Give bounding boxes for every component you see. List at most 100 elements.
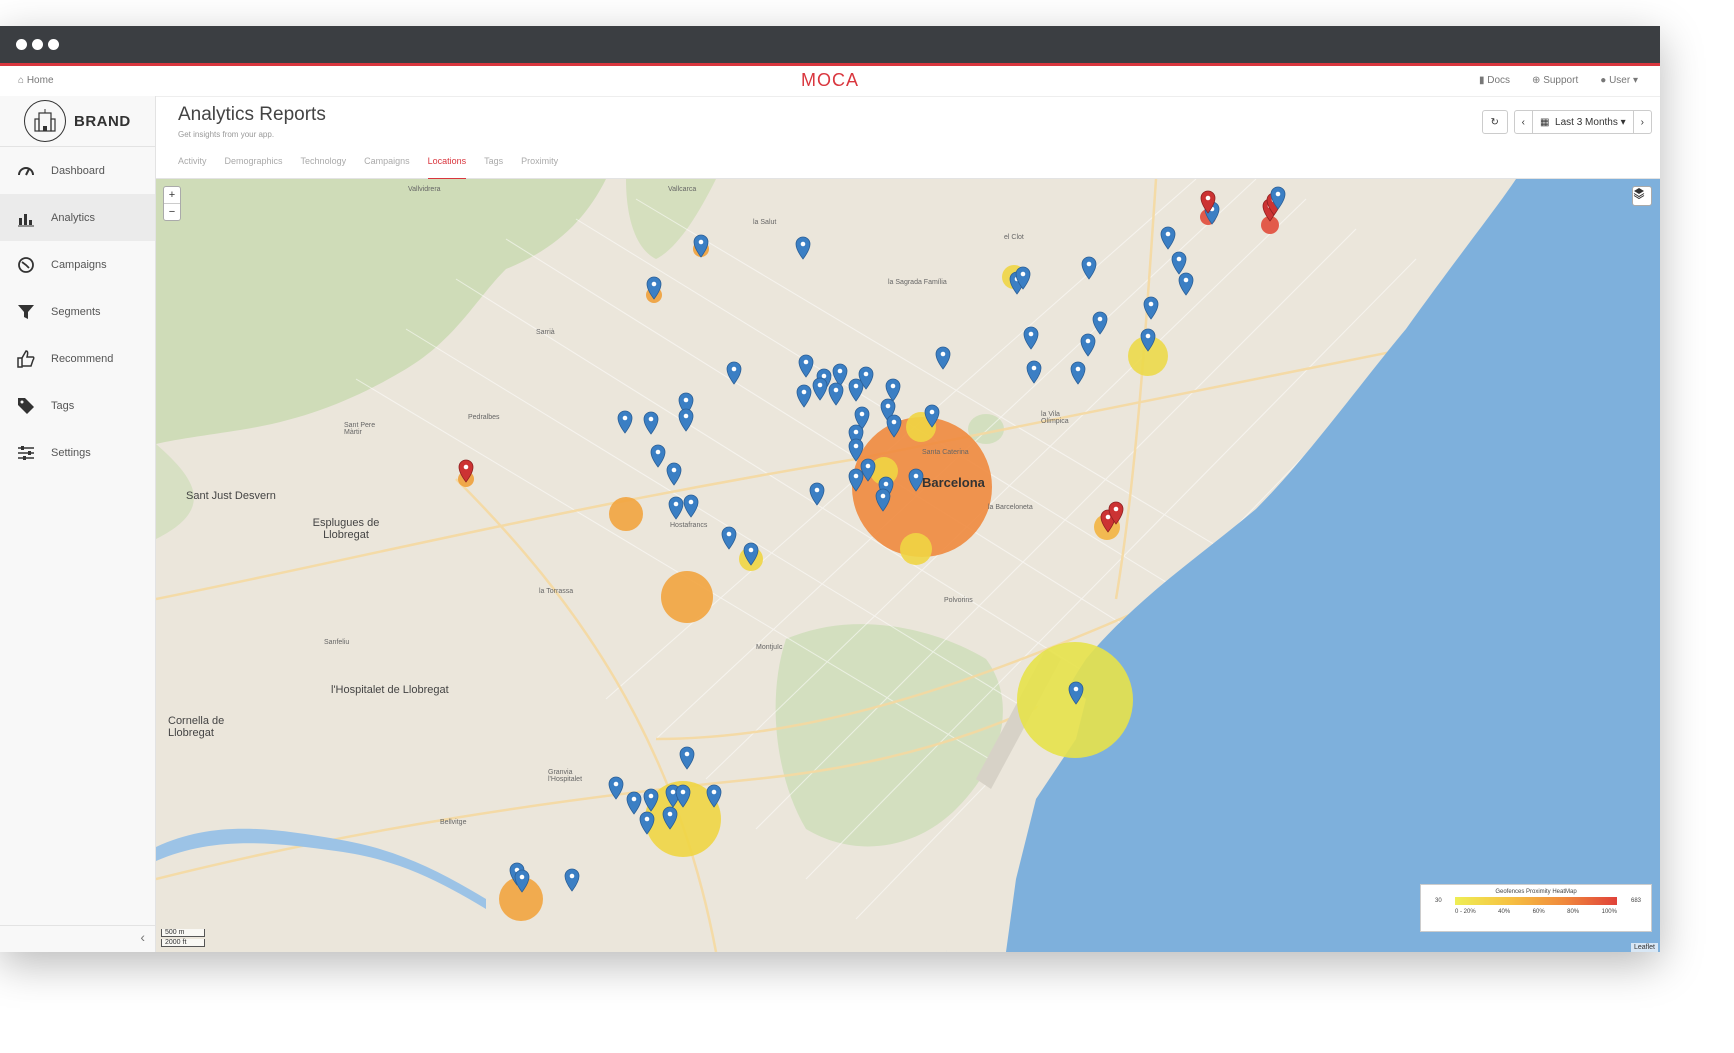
window-dot-icon[interactable]: [32, 39, 43, 50]
sidebar-item-label: Dashboard: [51, 164, 105, 177]
chevron-left-icon: ‹: [140, 929, 145, 945]
brand-name: BRAND: [74, 112, 131, 130]
tab-campaigns[interactable]: Campaigns: [364, 146, 410, 178]
sidebar-item-dashboard[interactable]: Dashboard: [0, 147, 155, 194]
date-range-dropdown[interactable]: ▦ Last 3 Months ▾: [1533, 111, 1634, 133]
thumbs-up-icon: [17, 349, 35, 368]
main-content: Analytics Reports Get insights from your…: [156, 96, 1660, 952]
zoom-in-button[interactable]: +: [164, 187, 180, 204]
heat-circle[interactable]: [609, 497, 643, 531]
map-label: Vallvidrera: [408, 186, 441, 193]
campaign-icon: [18, 256, 34, 273]
map-label: l'Hospitalet de Llobregat: [331, 684, 449, 696]
legend-tick: 100%: [1601, 909, 1617, 915]
sidebar-item-label: Analytics: [51, 211, 96, 224]
map-label: Barcelona: [922, 475, 985, 490]
sidebar-item-segments[interactable]: Segments: [0, 288, 155, 335]
refresh-button[interactable]: ↻: [1481, 110, 1508, 134]
map-canvas[interactable]: [156, 179, 1660, 952]
sidebar-item-recommend[interactable]: Recommend: [0, 335, 155, 382]
map-scale: 500 m 2000 ft: [161, 927, 205, 947]
window-titlebar: [0, 26, 1660, 66]
sidebar-item-analytics[interactable]: Analytics: [0, 194, 155, 241]
refresh-icon: ↻: [1490, 116, 1499, 128]
building-icon: [24, 100, 66, 142]
book-icon: ▮: [1478, 75, 1485, 86]
sidebar-collapse-button[interactable]: ‹: [0, 925, 155, 952]
report-tabs: Activity Demographics Technology Campaig…: [156, 146, 1660, 180]
map-label: Hostafrancs: [670, 522, 708, 529]
layers-button[interactable]: [1632, 186, 1652, 206]
caret-down-icon: ▾: [1620, 116, 1626, 128]
top-navbar: ⌂ Home MOCA ▮ Docs ⊕ Support ● User ▾: [0, 66, 1660, 97]
map-label: Sarrià: [536, 329, 555, 336]
zoom-out-button[interactable]: −: [164, 204, 180, 220]
map-label: Pedralbes: [468, 414, 500, 421]
lifebuoy-icon: ⊕: [1532, 75, 1541, 86]
map-label: Polvorins: [944, 597, 973, 604]
map-label: la Vila Olímpica: [1041, 411, 1069, 425]
legend-tick: 40%: [1498, 909, 1511, 915]
page-subtitle: Get insights from your app.: [178, 130, 275, 139]
sidebar: BRAND Dashboard Analytics Campaigns Segm…: [0, 96, 156, 952]
sidebar-item-settings[interactable]: Settings: [0, 429, 155, 476]
map-label: Esplugues de Llobregat: [312, 517, 380, 541]
legend-tick: 0 - 20%: [1455, 909, 1476, 915]
chevron-right-icon: ›: [1640, 116, 1644, 128]
docs-link[interactable]: ▮ Docs: [1479, 75, 1510, 86]
map-attribution[interactable]: Leaflet: [1630, 943, 1658, 952]
caret-down-icon: ▾: [1632, 75, 1638, 86]
browser-window: ⌂ Home MOCA ▮ Docs ⊕ Support ● User ▾ BR…: [0, 26, 1660, 952]
tab-activity[interactable]: Activity: [178, 146, 207, 178]
tab-locations[interactable]: Locations: [427, 146, 467, 180]
support-label: Support: [1543, 75, 1579, 86]
chevron-left-icon: ‹: [1521, 116, 1526, 128]
gauge-icon: [18, 166, 34, 175]
map-label: Santa Caterina: [922, 449, 969, 456]
sidebar-item-label: Tags: [51, 399, 75, 412]
prev-range-button[interactable]: ‹: [1515, 111, 1534, 133]
heat-circle[interactable]: [900, 533, 932, 565]
sidebar-item-label: Campaigns: [51, 258, 107, 271]
map-label: Granvia l'Hospitalet: [548, 769, 583, 783]
next-range-button[interactable]: ›: [1634, 111, 1651, 133]
locations-map[interactable]: Barcelona Sant Just Desvern Esplugues de…: [156, 179, 1660, 952]
sidebar-item-label: Segments: [51, 305, 101, 318]
sliders-icon: [18, 445, 34, 460]
sidebar-item-tags[interactable]: Tags: [0, 382, 155, 429]
date-range-label: Last 3 Months: [1555, 116, 1618, 128]
legend-tick: 80%: [1567, 909, 1580, 915]
legend-max: 683: [1630, 898, 1641, 904]
map-label: Sant Pere Màrtir: [344, 422, 376, 436]
tab-demographics[interactable]: Demographics: [225, 146, 283, 178]
tag-icon: [18, 397, 34, 414]
heat-circle[interactable]: [661, 571, 713, 623]
map-label: Bellvitge: [440, 819, 467, 826]
map-label: Vallcarca: [668, 186, 697, 193]
legend-gradient: [1455, 897, 1617, 905]
map-label: la Sagrada Família: [888, 279, 947, 286]
legend-tick: 60%: [1532, 909, 1545, 915]
user-menu[interactable]: ● User ▾: [1600, 75, 1638, 86]
window-dot-icon[interactable]: [48, 39, 59, 50]
user-icon: ●: [1600, 75, 1607, 86]
bar-chart-icon: [18, 213, 34, 226]
map-label: la Torrassa: [539, 588, 574, 595]
legend-min: 30: [1435, 898, 1442, 904]
user-label: User: [1609, 75, 1631, 86]
page-title: Analytics Reports: [178, 104, 326, 125]
support-link[interactable]: ⊕ Support: [1532, 75, 1578, 86]
heatmap-legend: Geofences Proximity HeatMap 30 683 0 - 2…: [1420, 884, 1652, 932]
sidebar-item-label: Settings: [51, 446, 91, 459]
zoom-control: + −: [163, 186, 181, 221]
tab-technology[interactable]: Technology: [301, 146, 347, 178]
page-header: Analytics Reports Get insights from your…: [156, 96, 1660, 146]
scale-imperial: 2000 ft: [161, 939, 205, 947]
tab-proximity[interactable]: Proximity: [521, 146, 558, 178]
tab-tags[interactable]: Tags: [484, 146, 503, 178]
window-dot-icon[interactable]: [16, 39, 27, 50]
scale-metric: 500 m: [161, 929, 205, 937]
sidebar-item-campaigns[interactable]: Campaigns: [0, 241, 155, 288]
brand-header[interactable]: BRAND: [0, 96, 155, 147]
calendar-icon: ▦: [1540, 116, 1550, 128]
